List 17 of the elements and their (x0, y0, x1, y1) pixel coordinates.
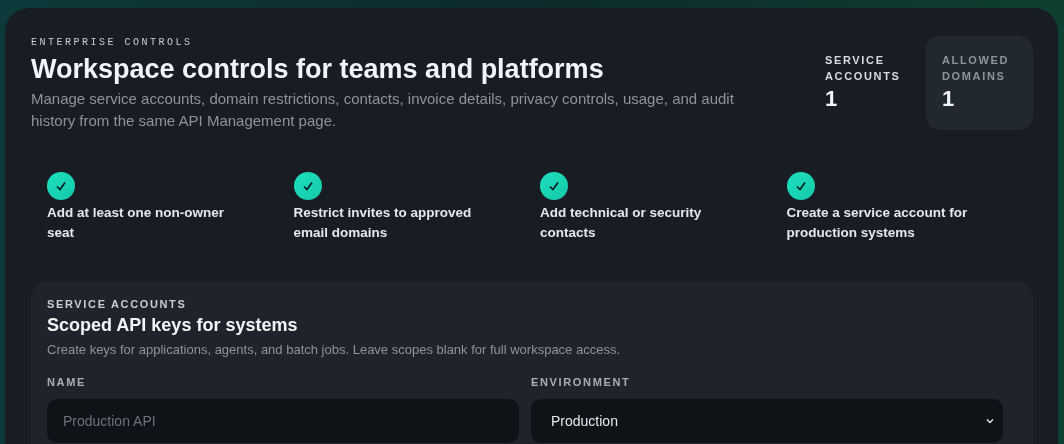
checklist-label: Create a service account for production systems (786, 204, 969, 242)
checklist-label: Restrict invites to approved email domains (293, 204, 473, 242)
checklist-label: Add at least one non-owner seat (47, 204, 225, 242)
page-description: Manage service accounts, domain restrictions, contacts, invoice details, privacy controls, usage, and audit history from the same API Management page. (31, 89, 735, 131)
input-field[interactable]: Production API (47, 399, 519, 443)
chevron-down-icon (985, 416, 995, 426)
field-label: ENVIRONMENT (531, 375, 632, 389)
field-label: NAME (47, 375, 87, 389)
section-eyebrow: ENTERPRISE CONTROLS (31, 36, 194, 50)
environment-select[interactable]: Production (531, 399, 1003, 443)
stat-tile[interactable]: ALLOWED DOMAINS 1 (926, 36, 1033, 130)
panel-description: Create keys for applications, agents, and batch jobs. Leave scopes blank for full workspace access. (47, 341, 622, 359)
panel-title: Scoped API keys for systems (47, 314, 299, 337)
checklist-label: Add technical or security contacts (540, 204, 703, 242)
panel-eyebrow: SERVICE ACCOUNTS (47, 297, 188, 311)
page-title: Workspace controls for teams and platforms (31, 53, 605, 86)
stat-tile[interactable]: SERVICE ACCOUNTS 1 (809, 36, 916, 130)
